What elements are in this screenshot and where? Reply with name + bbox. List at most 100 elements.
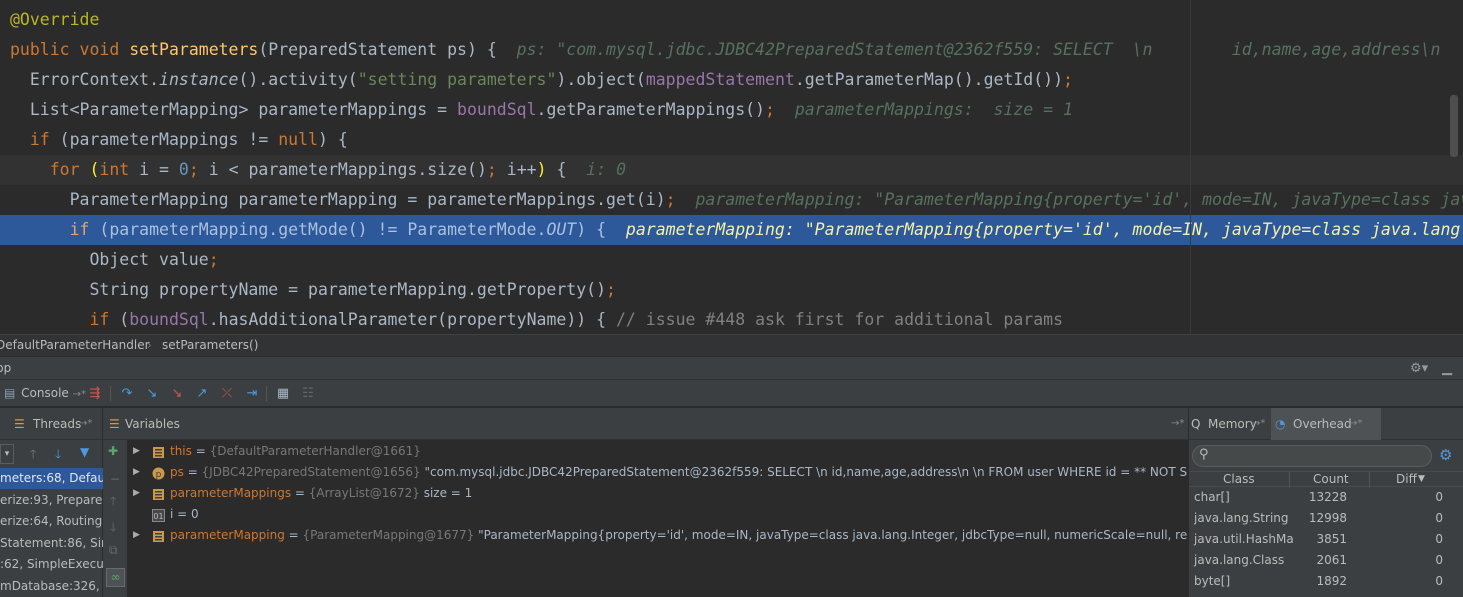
drop-frame-icon[interactable]: ⤫ xyxy=(218,385,236,402)
code-token: null xyxy=(278,130,318,149)
stack-frame-item[interactable]: mDatabase:326, E xyxy=(0,576,103,597)
stack-frame-item[interactable]: Statement:86, Simp xyxy=(0,533,103,554)
stack-frame-item[interactable]: :62, SimpleExecuto xyxy=(0,554,103,575)
code-token: int xyxy=(99,160,140,179)
stack-frame-item[interactable]: erize:64, RoutingS xyxy=(0,511,103,532)
memory-diff: 0 xyxy=(1435,574,1443,588)
move-up-icon[interactable]: 🡑 xyxy=(110,492,116,513)
show-execution-point-icon[interactable]: ⇶ xyxy=(86,385,104,402)
editor-scrollbar-thumb[interactable] xyxy=(1450,95,1458,157)
threads-tab-label: Threads xyxy=(33,417,82,431)
frame-up-icon[interactable]: 🡑 xyxy=(30,445,36,466)
inline-debug-value: ps: "com.mysql.jdbc.JDBC42PreparedStatem… xyxy=(516,40,1441,59)
memory-row[interactable]: byte[] 1892 0 xyxy=(1189,571,1463,592)
variable-row-this[interactable]: ▶ this = {DefaultParameterHandler@1661} xyxy=(128,441,1188,462)
variable-name: parameterMapping xyxy=(170,528,285,542)
code-line[interactable]: ErrorContext.instance().activity("settin… xyxy=(0,65,1463,95)
execution-point-line[interactable]: if (parameterMapping.getMode() != Parame… xyxy=(0,215,1463,245)
stack-frame-item[interactable]: erize:93, Preparec xyxy=(0,490,103,511)
pin-icon[interactable]: →* xyxy=(1171,408,1184,440)
code-line[interactable]: Object value; xyxy=(0,245,1463,275)
code-line[interactable]: if (boundSql.hasAdditionalParameter(prop… xyxy=(0,305,1463,334)
memory-icon: Q xyxy=(1191,417,1201,431)
expand-arrow-icon[interactable]: ▶ xyxy=(133,525,140,546)
pin-icon[interactable]: →* xyxy=(73,389,86,400)
variable-row-parameterMapping[interactable]: ▶ parameterMapping = {ParameterMapping@16… xyxy=(128,525,1188,546)
force-step-into-icon[interactable]: ↘ xyxy=(168,385,186,402)
copy-icon[interactable]: ⧉ xyxy=(109,543,118,558)
frame-down-icon[interactable]: 🡓 xyxy=(55,445,61,466)
toolbar-separator xyxy=(266,386,267,401)
breadcrumb-method[interactable]: setParameters() xyxy=(162,335,258,356)
console-tab[interactable]: ▤ Console →* xyxy=(0,380,86,407)
code-token: ; xyxy=(665,190,676,209)
add-watch-icon[interactable]: ✚ xyxy=(108,444,118,458)
inline-debug-value: i: 0 xyxy=(586,160,627,179)
breadcrumb-class[interactable]: DefaultParameterHandler xyxy=(0,335,150,356)
filter-icon[interactable]: ▼ xyxy=(80,445,89,459)
code-line[interactable]: List<ParameterMapping> parameterMappings… xyxy=(0,95,1463,125)
code-line[interactable]: String propertyName = parameterMapping.g… xyxy=(0,275,1463,305)
memory-row[interactable]: char[] 13228 0 xyxy=(1189,487,1463,508)
memory-cls: java.lang.Class xyxy=(1194,553,1285,567)
memory-cls: java.lang.String xyxy=(1194,511,1289,525)
code-token: @Override xyxy=(10,10,100,29)
memory-tab-label[interactable]: Memory xyxy=(1208,408,1257,440)
variable-value: size = 1 xyxy=(419,486,473,500)
variables-tab[interactable]: ☰ Variables →* xyxy=(103,408,1188,440)
step-out-icon[interactable]: ↗ xyxy=(193,385,211,402)
stack-frame-item[interactable]: meters:68, DefaultP xyxy=(0,468,103,489)
code-editor[interactable]: @Override public void setParameters(Prepa… xyxy=(0,0,1463,334)
memory-table-header: Class Count Diff ▼ xyxy=(1189,471,1463,488)
code-line[interactable]: @Override xyxy=(0,5,1463,35)
trace-icon[interactable]: ☷ xyxy=(299,385,317,402)
remove-watch-icon[interactable]: − xyxy=(110,472,120,486)
toolbar-separator xyxy=(110,386,111,401)
code-line[interactable]: ParameterMapping parameterMapping = para… xyxy=(0,185,1463,215)
watches-toggle-icon[interactable]: ∞ xyxy=(106,568,125,587)
memory-row[interactable]: java.lang.Class 2061 0 xyxy=(1189,550,1463,571)
evaluate-expression-icon[interactable]: ▦ xyxy=(274,385,292,402)
code-line[interactable]: if (parameterMappings != null) { xyxy=(0,125,1463,155)
threads-tab[interactable]: ☰ Threads →* xyxy=(0,408,102,440)
run-to-cursor-icon[interactable]: ⇥ xyxy=(243,385,261,402)
expand-arrow-icon[interactable]: ▶ xyxy=(133,483,140,504)
move-down-icon[interactable]: 🡓 xyxy=(110,518,116,539)
inline-debug-value: parameterMapping: "ParameterMapping{prop… xyxy=(695,190,1463,209)
memory-panel: Q Memory →* ◔ Overhead →* ⚲ ⚙ Class Coun… xyxy=(1188,408,1463,597)
code-token: ; xyxy=(1063,70,1073,89)
pin-icon[interactable]: →* xyxy=(1252,408,1265,440)
variable-type: {JDBC42PreparedStatement@1656} xyxy=(201,465,421,479)
variable-row-i[interactable]: 01 i = 0 xyxy=(128,504,1188,525)
variable-type: {ArrayList@1672} xyxy=(308,486,420,500)
debug-toolbar: ▤ Console →* ⇶ ↷ ↘ ↘ ↗ ⤫ ⇥ ▦ ☷ xyxy=(0,380,1463,407)
expand-arrow-icon[interactable]: ▶ xyxy=(133,441,140,462)
minimize-icon[interactable]: ▁ xyxy=(1442,357,1452,380)
variable-row-ps[interactable]: ▶ p ps = {JDBC42PreparedStatement@1656} "c… xyxy=(128,462,1188,483)
memory-settings-icon[interactable]: ⚙ xyxy=(1439,446,1452,464)
thread-selector-dropdown[interactable]: ▾ xyxy=(0,444,14,464)
svg-text:p: p xyxy=(156,470,162,480)
memory-row[interactable]: java.lang.String 12998 0 xyxy=(1189,508,1463,529)
memory-search-input[interactable]: ⚲ xyxy=(1192,445,1432,467)
pin-icon[interactable]: →* xyxy=(79,408,92,440)
sort-desc-icon: ▼ xyxy=(1418,474,1425,484)
gear-icon[interactable]: ⚙▾ xyxy=(1410,357,1428,380)
memory-count: 1892 xyxy=(1316,574,1347,588)
code-token: "setting parameters" xyxy=(357,70,557,89)
expand-arrow-icon[interactable]: ▶ xyxy=(133,462,140,483)
diff-column-header[interactable]: Diff xyxy=(1396,472,1417,487)
code-token: i < parameterMappings.size() xyxy=(208,160,487,179)
pin-icon[interactable]: →* xyxy=(1349,408,1362,440)
count-column-header[interactable]: Count xyxy=(1313,472,1349,487)
code-token: (parameterMappings != xyxy=(59,130,279,149)
code-line[interactable]: for (int i = 0; i < parameterMappings.si… xyxy=(0,155,1463,185)
step-into-icon[interactable]: ↘ xyxy=(143,385,161,402)
code-line[interactable]: public void setParameters(PreparedStatem… xyxy=(0,35,1463,65)
memory-row[interactable]: java.util.HashMa 3851 0 xyxy=(1189,529,1463,550)
step-over-icon[interactable]: ↷ xyxy=(118,385,136,402)
variable-row-parameterMappings[interactable]: ▶ parameterMappings = {ArrayList@1672} si… xyxy=(128,483,1188,504)
class-column-header[interactable]: Class xyxy=(1223,472,1255,487)
variable-equals: = xyxy=(284,528,303,542)
